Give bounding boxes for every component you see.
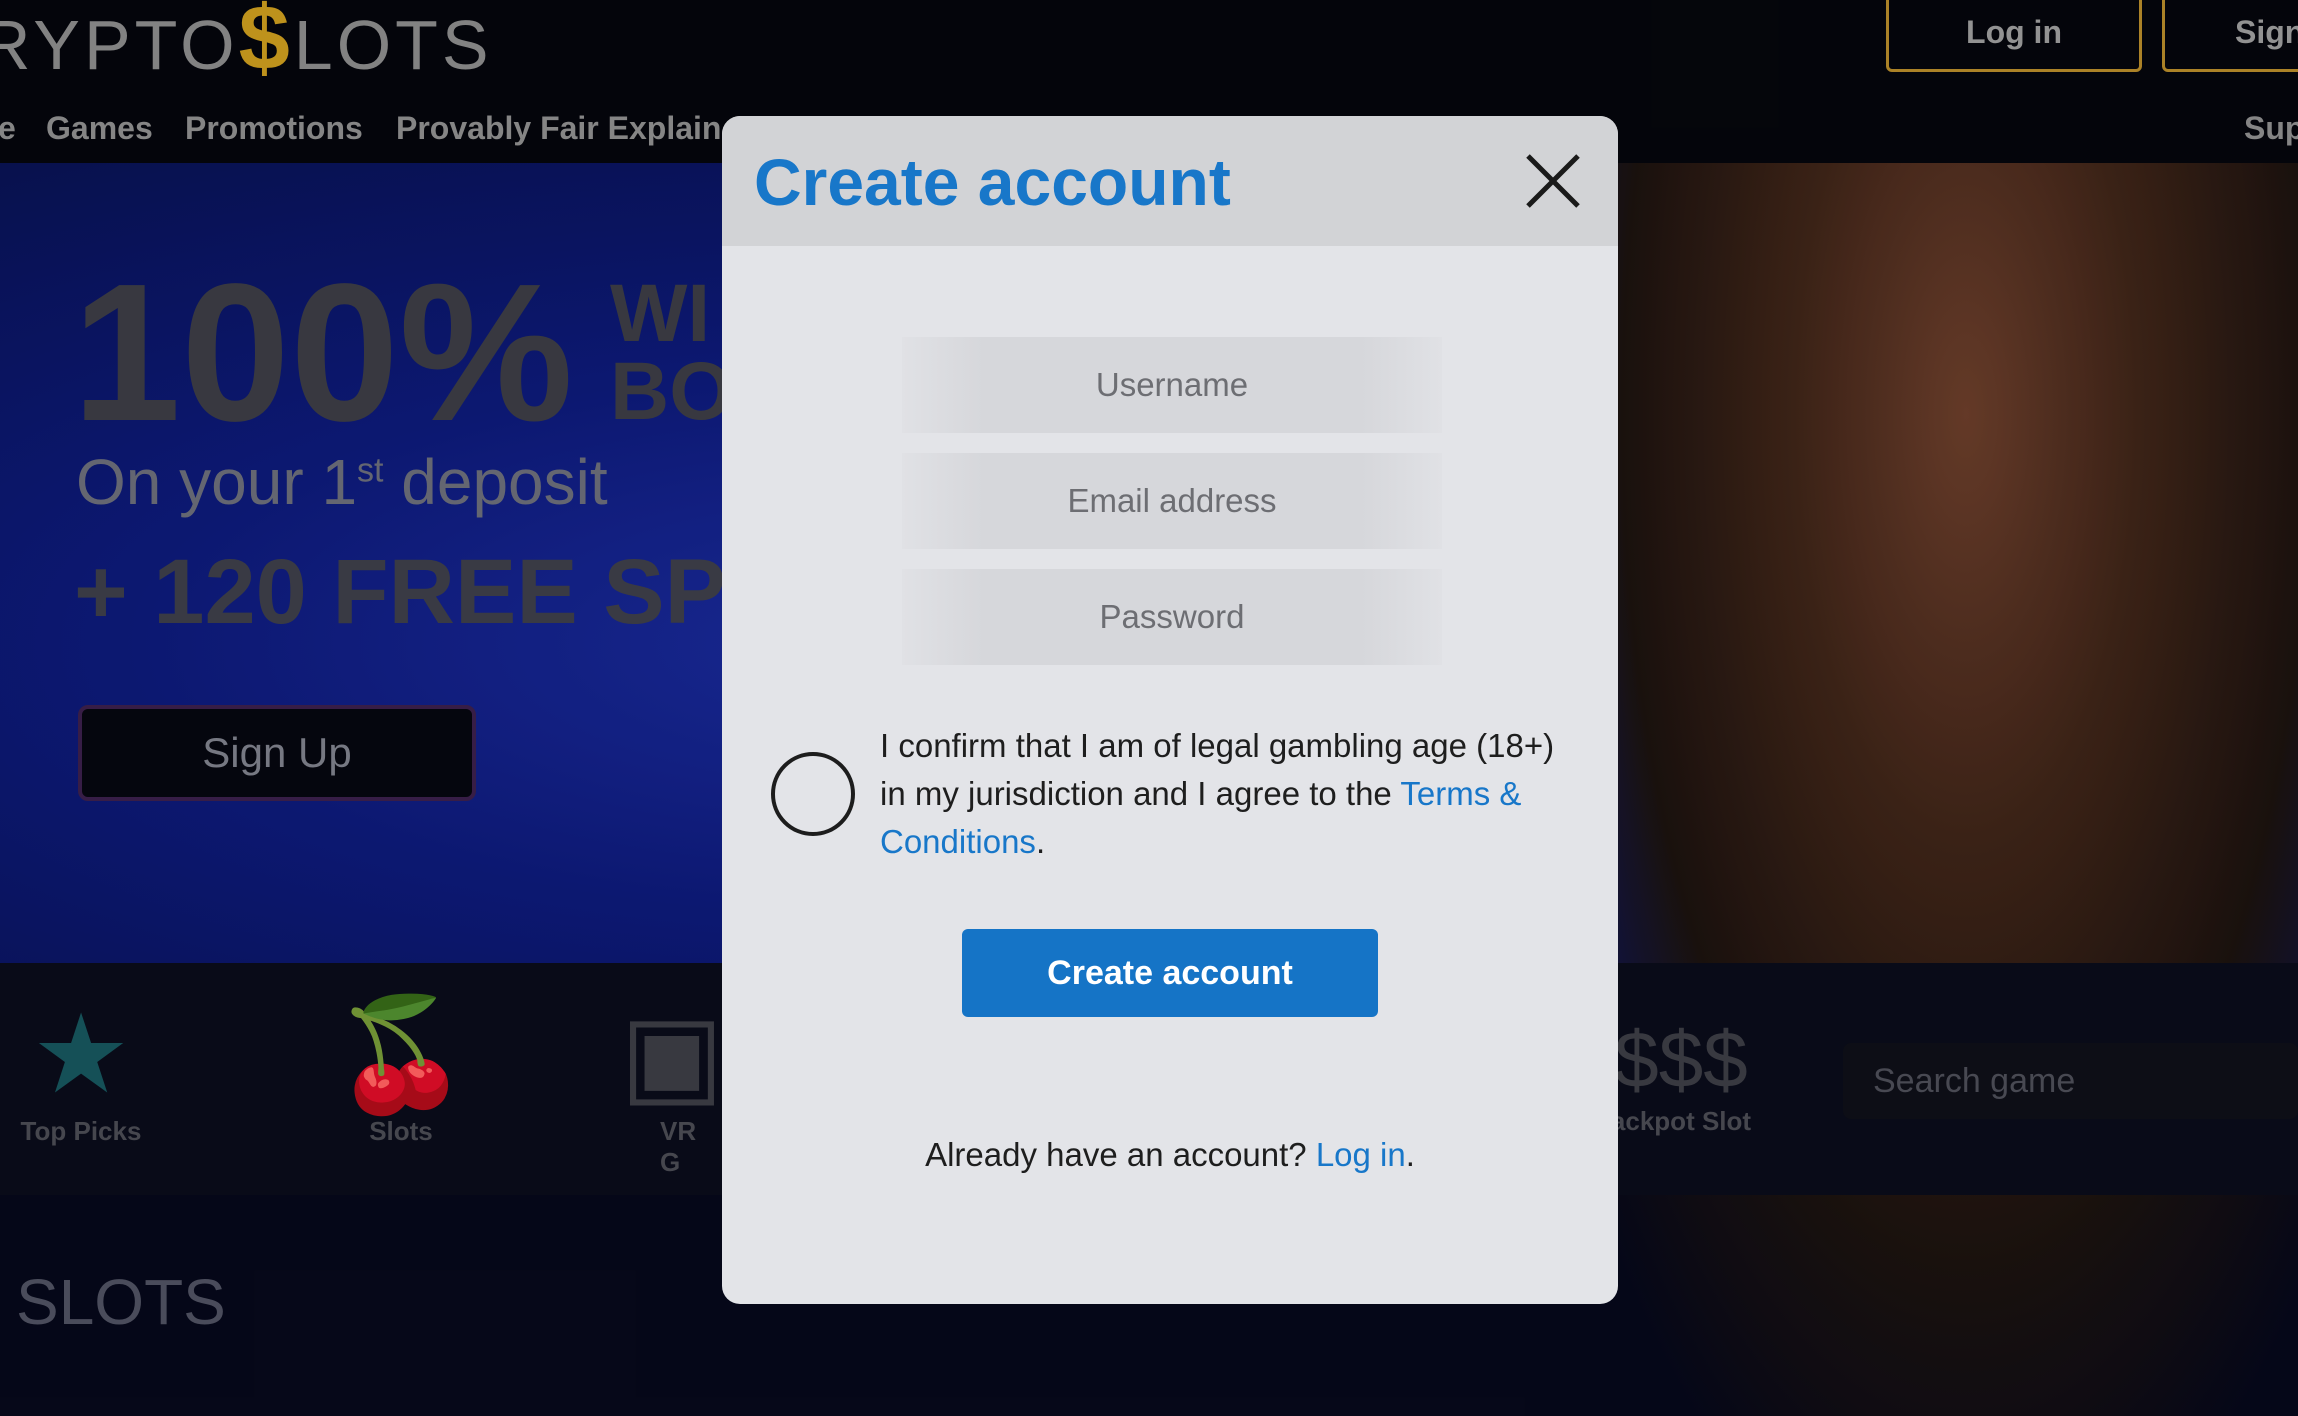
modal-header: Create account (722, 116, 1618, 246)
age-consent-checkbox[interactable] (771, 752, 855, 836)
login-link[interactable]: Log in (1316, 1136, 1406, 1173)
close-icon[interactable] (1522, 150, 1584, 212)
email-field[interactable] (902, 453, 1442, 549)
login-prompt: Already have an account? Log in. (925, 1136, 1415, 1173)
username-field[interactable] (902, 337, 1442, 433)
modal-title: Create account (754, 145, 1231, 219)
password-field[interactable] (902, 569, 1442, 665)
create-account-button[interactable]: Create account (962, 929, 1378, 1017)
create-account-modal: Create account I confirm that I am of le… (722, 116, 1618, 1304)
age-consent-label: I confirm that I am of legal gambling ag… (880, 727, 1555, 860)
